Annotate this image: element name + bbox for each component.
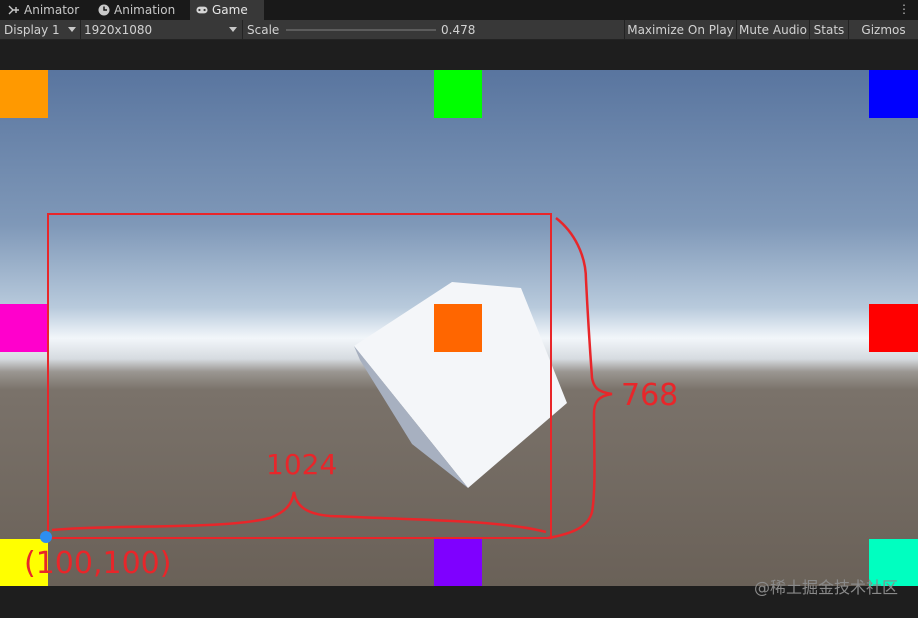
watermark: @稀土掘金技术社区 bbox=[753, 578, 898, 597]
viewport-rect-annotation bbox=[47, 213, 552, 539]
origin-label: (100,100) bbox=[24, 546, 172, 581]
width-label: 1024 bbox=[266, 448, 338, 481]
width-brace-annotation bbox=[51, 491, 547, 534]
origin-point-marker bbox=[40, 531, 52, 543]
annotation-layer bbox=[40, 213, 613, 543]
height-label: 768 bbox=[621, 378, 679, 413]
height-brace-annotation bbox=[547, 217, 613, 540]
